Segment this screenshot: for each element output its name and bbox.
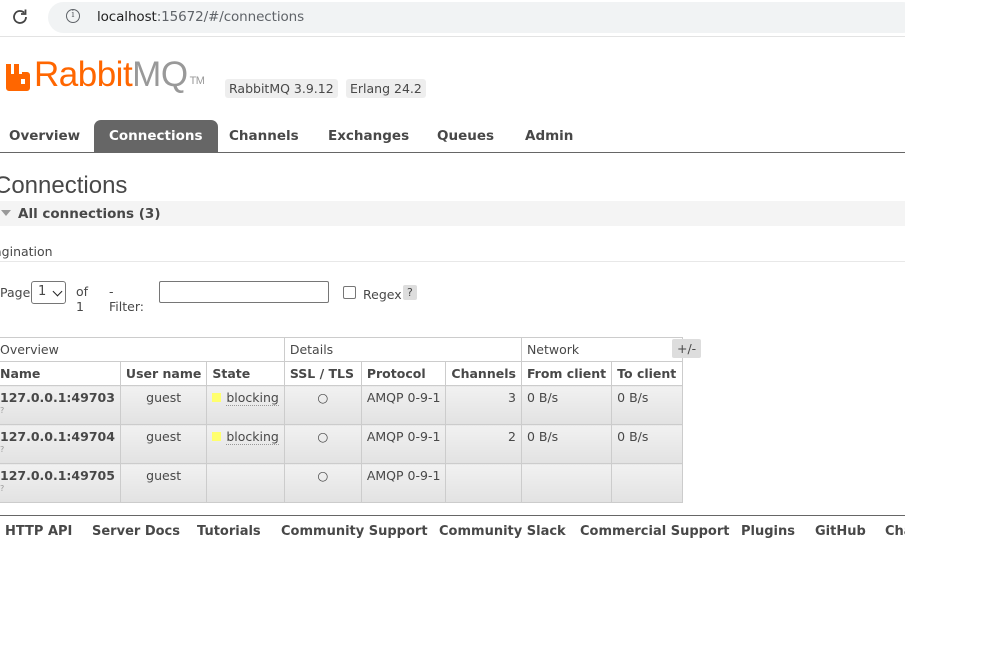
tab-admin[interactable]: Admin [525, 120, 573, 152]
to-client-cell [611, 463, 684, 503]
connections-table: Overview Details Network Name User name … [0, 337, 684, 503]
table-row[interactable]: 127.0.0.1:49703? guest blocking ○ AMQP 0… [0, 385, 684, 425]
footer-link-github[interactable]: GitHub [815, 524, 866, 539]
table-row[interactable]: 127.0.0.1:49704? guest blocking ○ AMQP 0… [0, 424, 684, 464]
from-client-cell: 0 B/s [520, 385, 613, 425]
tab-exchanges[interactable]: Exchanges [328, 120, 409, 152]
tab-queues[interactable]: Queues [437, 120, 494, 152]
state-indicator-icon [212, 393, 222, 402]
from-client-cell [520, 463, 613, 503]
ssl-cell: ○ [283, 463, 362, 503]
table-row[interactable]: 127.0.0.1:49705? guest ○ AMQP 0-9-1 [0, 463, 684, 503]
footer-link-changelog[interactable]: Cha [885, 524, 905, 539]
connection-info-icon[interactable]: ? [0, 445, 115, 454]
page-count-label: of 1 [76, 284, 89, 314]
col-ssl-tls[interactable]: SSL / TLS [283, 361, 362, 386]
connection-name-cell[interactable]: 127.0.0.1:49704? [0, 424, 121, 464]
user-cell: guest [119, 385, 208, 425]
col-protocol[interactable]: Protocol [360, 361, 447, 386]
reload-icon[interactable] [10, 7, 30, 27]
user-cell: guest [119, 463, 208, 503]
user-cell: guest [119, 424, 208, 464]
address-url[interactable]: localhost:15672/#/connections [97, 9, 304, 25]
regex-checkbox[interactable] [343, 286, 356, 299]
regex-label: Regex [363, 287, 402, 302]
footer-link-plugins[interactable]: Plugins [741, 524, 795, 539]
protocol-cell: AMQP 0-9-1 [360, 463, 447, 503]
tab-connections[interactable]: Connections [94, 120, 218, 152]
col-to-client[interactable]: To client [611, 361, 684, 386]
site-info-icon[interactable]: i [66, 9, 80, 23]
state-text: blocking [226, 429, 279, 445]
col-channels[interactable]: Channels [445, 361, 522, 386]
from-client-cell: 0 B/s [520, 424, 613, 464]
main-nav-tabs: Overview Connections Channels Exchanges … [0, 120, 905, 153]
connection-name-link[interactable]: 127.0.0.1:49704 [0, 429, 115, 444]
ssl-cell: ○ [283, 424, 362, 464]
footer-link-community-support[interactable]: Community Support [281, 524, 428, 539]
rabbitmq-logo-icon [6, 64, 30, 91]
tab-channels[interactable]: Channels [229, 120, 299, 152]
version-badge: RabbitMQ 3.9.12 [225, 79, 338, 98]
connection-info-icon[interactable]: ? [0, 484, 115, 493]
col-user-name[interactable]: User name [119, 361, 208, 386]
section-header-all-connections[interactable]: All connections (3) [0, 201, 905, 226]
browser-toolbar: i localhost:15672/#/connections [0, 0, 905, 37]
to-client-cell: 0 B/s [611, 424, 684, 464]
footer-divider [0, 515, 905, 516]
footer-link-community-slack[interactable]: Community Slack [439, 524, 566, 539]
state-cell: blocking [206, 385, 285, 425]
column-toggle-button[interactable]: +/- [672, 339, 702, 358]
col-from-client[interactable]: From client [520, 361, 613, 386]
browser-viewport: i localhost:15672/#/connections RabbitMQ… [0, 0, 905, 657]
page-select-value: 1 [38, 284, 47, 299]
pagination-heading: agination [0, 244, 53, 259]
filter-input[interactable] [159, 281, 329, 303]
state-cell: blocking [206, 424, 285, 464]
footer-link-http-api[interactable]: HTTP API [5, 524, 72, 539]
ssl-cell: ○ [283, 385, 362, 425]
regex-help-button[interactable]: ? [403, 285, 417, 300]
protocol-cell: AMQP 0-9-1 [360, 385, 447, 425]
page-select[interactable]: 1 [31, 281, 66, 304]
table-column-header-row: Name User name State SSL / TLS Protocol … [0, 361, 684, 386]
tab-overview[interactable]: Overview [9, 120, 80, 152]
connection-name-cell[interactable]: 127.0.0.1:49705? [0, 463, 121, 503]
page-label: Page [0, 285, 31, 300]
state-indicator-icon [212, 432, 222, 441]
state-cell [206, 463, 285, 503]
channels-cell: 3 [445, 385, 522, 425]
connection-name-link[interactable]: 127.0.0.1:49705 [0, 468, 115, 483]
filter-label: - Filter: [109, 284, 144, 314]
footer-link-server-docs[interactable]: Server Docs [92, 524, 180, 539]
protocol-cell: AMQP 0-9-1 [360, 424, 447, 464]
table-group-header-row: Overview Details Network [0, 337, 684, 362]
pagination-divider [0, 261, 905, 262]
to-client-cell: 0 B/s [611, 385, 684, 425]
channels-cell: 2 [445, 424, 522, 464]
section-title: All connections (3) [18, 206, 161, 222]
connection-name-cell[interactable]: 127.0.0.1:49703? [0, 385, 121, 425]
state-text: blocking [226, 390, 279, 406]
group-network: Network [520, 337, 684, 362]
group-overview: Overview [0, 337, 285, 362]
footer-link-tutorials[interactable]: Tutorials [197, 524, 261, 539]
group-details: Details [283, 337, 522, 362]
col-state[interactable]: State [206, 361, 285, 386]
chevron-down-icon [52, 286, 63, 297]
channels-cell [445, 463, 522, 503]
connection-info-icon[interactable]: ? [0, 406, 115, 415]
footer-link-commercial-support[interactable]: Commercial Support [580, 524, 730, 539]
connection-name-link[interactable]: 127.0.0.1:49703 [0, 390, 115, 405]
logo-wordmark: RabbitMQ TM [34, 55, 205, 94]
erlang-badge: Erlang 24.2 [346, 79, 426, 98]
collapse-triangle-icon[interactable] [1, 210, 11, 216]
page-title: Connections [0, 172, 128, 199]
col-name[interactable]: Name [0, 361, 121, 386]
